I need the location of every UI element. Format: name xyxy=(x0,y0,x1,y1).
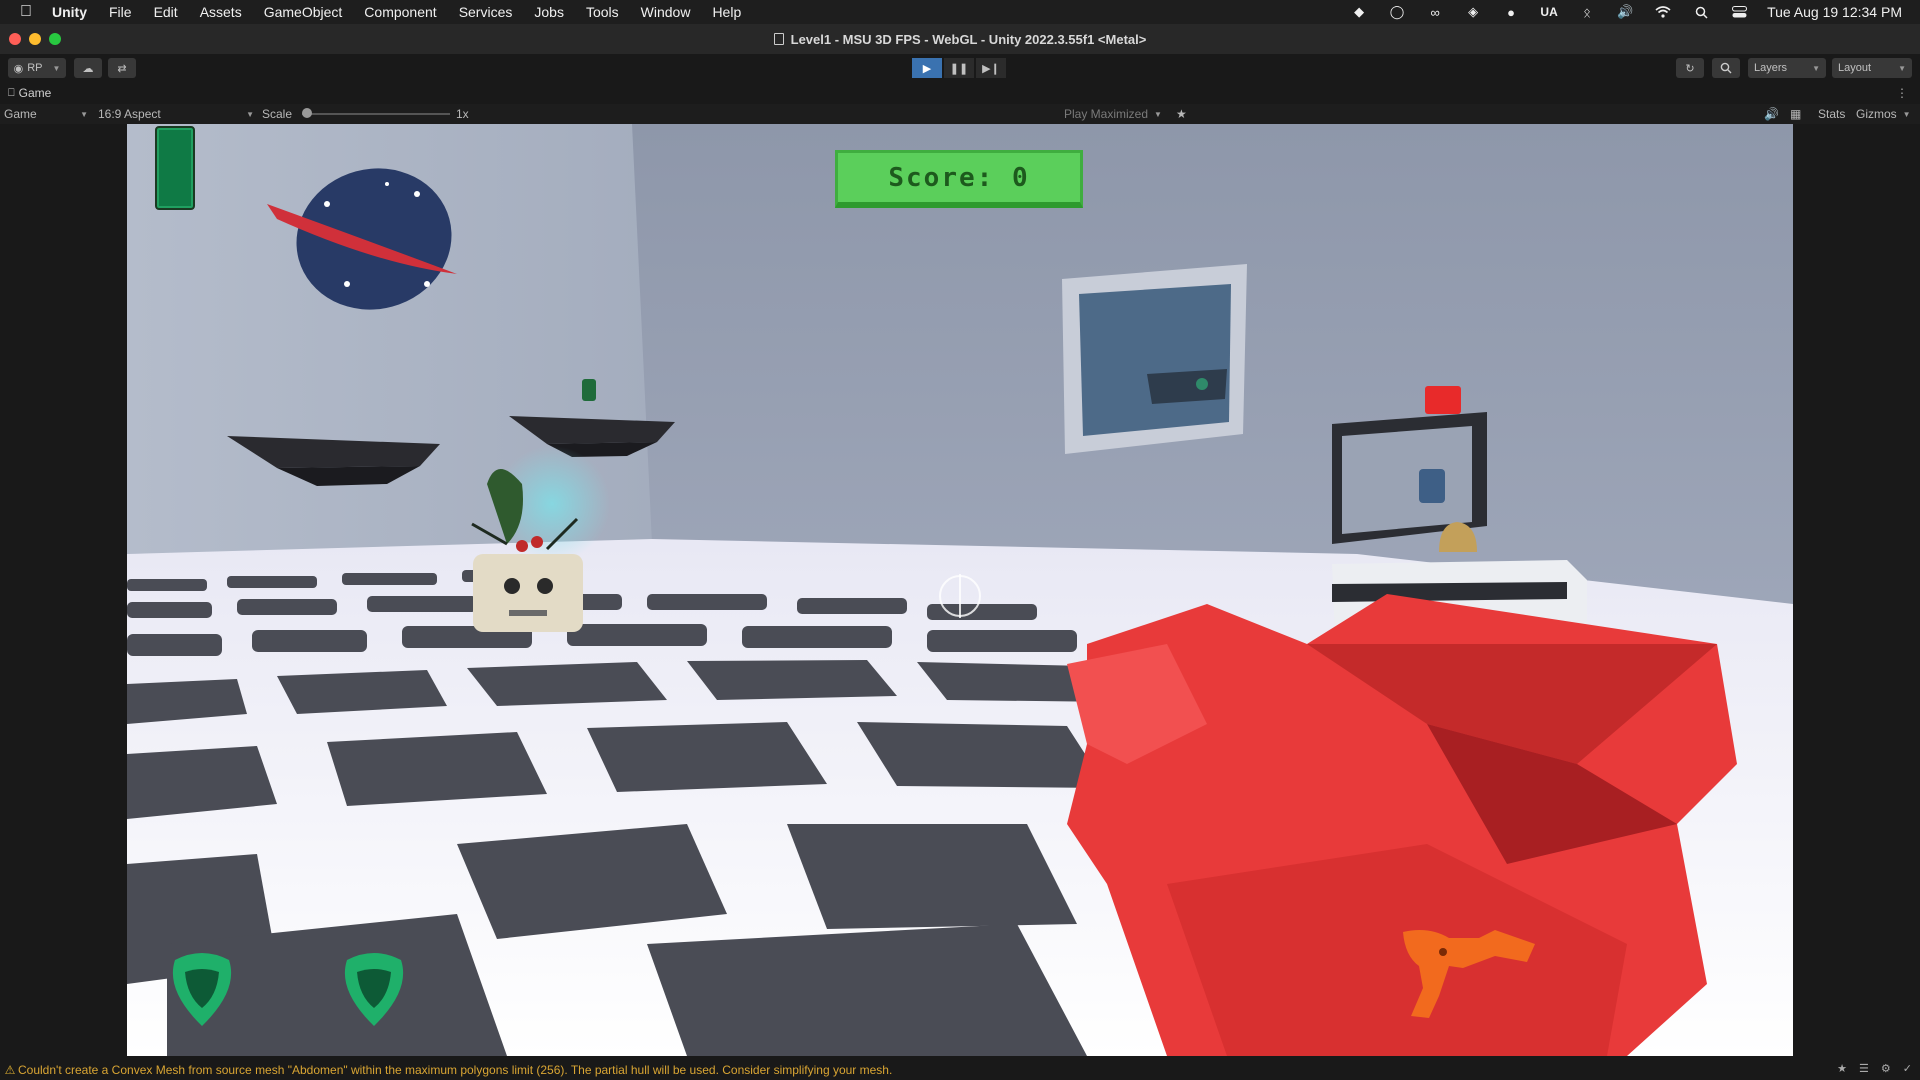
life-icon xyxy=(172,953,232,1026)
account-label: RP xyxy=(27,62,43,74)
game-view-toolbar: Game ▼ 16:9 Aspect ▼ Scale 1x Play Maxim… xyxy=(0,104,1920,124)
unity-toolbar: ◉ RP ▼ ☁ ⇄ ▶ ❚❚ ▶❙ ↻ Layers ▼ Layout ▼ xyxy=(0,54,1920,82)
window-controls xyxy=(9,33,61,45)
history-icon[interactable]: ↻ xyxy=(1676,58,1704,78)
layout-dropdown[interactable]: Layout ▼ xyxy=(1832,58,1912,78)
game-scene xyxy=(127,124,1793,1056)
life-icon xyxy=(344,953,404,1026)
chevron-down-icon: ▼ xyxy=(1902,109,1911,119)
score-display: Score: 0 xyxy=(835,150,1083,208)
close-window-button[interactable] xyxy=(9,33,21,45)
gamepad-icon: ⎕ xyxy=(8,86,15,99)
layers-icon[interactable]: ☰ xyxy=(1859,1062,1869,1075)
warning-icon: ⚠ xyxy=(4,1063,16,1077)
scale-slider-knob[interactable] xyxy=(302,108,312,118)
tab-game[interactable]: ⎕ Game xyxy=(0,86,51,100)
bug-icon[interactable]: ★ xyxy=(1176,104,1187,124)
chevron-down-icon: ▼ xyxy=(1154,109,1162,119)
scale-slider[interactable] xyxy=(302,104,452,124)
scale-value: 1x xyxy=(456,107,469,121)
aspect-label: 16:9 Aspect xyxy=(98,107,161,121)
cloud-sync-icon[interactable]: ⚙ xyxy=(1881,1062,1891,1075)
mute-audio-icon[interactable]: 🔊 xyxy=(1764,104,1779,124)
scale-label: Scale xyxy=(262,107,293,121)
input-source-indicator[interactable]: UA xyxy=(1539,4,1559,20)
wall-window xyxy=(1062,264,1247,454)
control-center-icon[interactable] xyxy=(1729,4,1749,20)
account-dropdown[interactable]: ◉ RP ▼ xyxy=(8,58,66,78)
aspect-dropdown[interactable]: 16:9 Aspect ▼ xyxy=(98,104,254,124)
bluetooth-icon[interactable]: ᛟ xyxy=(1577,4,1597,20)
minimize-window-button[interactable] xyxy=(29,33,41,45)
chevron-down-icon: ▼ xyxy=(80,109,88,119)
play-mode-dropdown[interactable]: Play Maximized ▼ xyxy=(1064,104,1162,124)
console-message[interactable]: Couldn't create a Convex Mesh from sourc… xyxy=(18,1063,892,1077)
cloud-icon[interactable]: ☁ xyxy=(74,58,102,78)
menubar-clock[interactable]: Tue Aug 19 12:34 PM xyxy=(1767,4,1902,20)
search-icon[interactable] xyxy=(1691,4,1711,20)
menu-services[interactable]: Services xyxy=(448,4,524,20)
maximize-window-button[interactable] xyxy=(49,33,61,45)
tab-strip: ⎕ Game ⋮ xyxy=(0,82,1920,104)
wifi-icon[interactable] xyxy=(1653,4,1673,20)
stats-button[interactable]: Stats xyxy=(1818,104,1845,124)
step-button[interactable]: ▶❙ xyxy=(976,58,1006,78)
layout-label: Layout xyxy=(1838,62,1872,74)
chevron-down-icon: ▼ xyxy=(246,109,254,119)
chevron-down-icon: ▼ xyxy=(1898,63,1906,73)
account-icon: ◉ xyxy=(13,62,24,75)
layers-label: Layers xyxy=(1754,62,1788,74)
more-options-icon[interactable]: ⋮ xyxy=(1896,86,1908,100)
weapon-icon xyxy=(1403,930,1535,1018)
game-viewport[interactable]: Score: 0 xyxy=(127,124,1793,1056)
window-title-bar: Level1 - MSU 3D FPS - WebGL - Unity 2022… xyxy=(0,24,1920,54)
menu-app-unity[interactable]: Unity xyxy=(52,4,98,20)
gizmos-dropdown[interactable]: Gizmos ▼ xyxy=(1856,104,1911,124)
collab-icon[interactable]: ⇄ xyxy=(108,58,136,78)
spotify-icon[interactable]: ● xyxy=(1501,4,1521,20)
bug-icon[interactable]: ★ xyxy=(1837,1062,1847,1075)
check-icon[interactable]: ✓ xyxy=(1903,1062,1912,1075)
menu-assets[interactable]: Assets xyxy=(189,4,253,20)
menu-edit[interactable]: Edit xyxy=(143,4,189,20)
creative-cloud-icon[interactable]: ∞ xyxy=(1425,4,1445,20)
pause-button[interactable]: ❚❚ xyxy=(944,58,974,78)
play-controls: ▶ ❚❚ ▶❙ xyxy=(912,58,1006,78)
play-mode-label: Play Maximized xyxy=(1064,107,1149,121)
menu-component[interactable]: Component xyxy=(353,4,447,20)
menu-help[interactable]: Help xyxy=(701,4,752,20)
health-bar xyxy=(155,126,195,210)
layers-dropdown[interactable]: Layers ▼ xyxy=(1748,58,1826,78)
display-dropdown[interactable]: Game ▼ xyxy=(4,104,88,124)
menu-window[interactable]: Window xyxy=(630,4,702,20)
tab-game-label: Game xyxy=(18,86,52,100)
menu-bar:  Unity File Edit Assets GameObject Comp… xyxy=(0,0,1920,24)
menu-tools[interactable]: Tools xyxy=(575,4,630,20)
window-title: Level1 - MSU 3D FPS - WebGL - Unity 2022… xyxy=(790,31,1147,47)
display-label: Game xyxy=(4,107,37,121)
chevron-down-icon: ▼ xyxy=(52,63,61,73)
accessibility-icon[interactable]: ◯ xyxy=(1387,4,1407,20)
play-button[interactable]: ▶ xyxy=(912,58,942,78)
apple-icon[interactable]:  xyxy=(0,3,52,21)
menu-gameobject[interactable]: GameObject xyxy=(253,4,354,20)
unity-status-icon[interactable]: ◆ xyxy=(1349,4,1369,20)
console-status-bar[interactable]: ⚠ Couldn't create a Convex Mesh from sou… xyxy=(0,1060,1920,1080)
menu-file[interactable]: File xyxy=(98,4,143,20)
grid-icon[interactable]: ▦ xyxy=(1790,104,1801,124)
vpn-icon[interactable]: ◈ xyxy=(1463,4,1483,20)
document-icon xyxy=(773,33,784,45)
volume-icon[interactable]: 🔊 xyxy=(1615,4,1635,20)
chevron-down-icon: ▼ xyxy=(1812,63,1820,73)
gizmos-label: Gizmos xyxy=(1856,107,1897,121)
search-icon[interactable] xyxy=(1712,58,1740,78)
menu-jobs[interactable]: Jobs xyxy=(523,4,575,20)
